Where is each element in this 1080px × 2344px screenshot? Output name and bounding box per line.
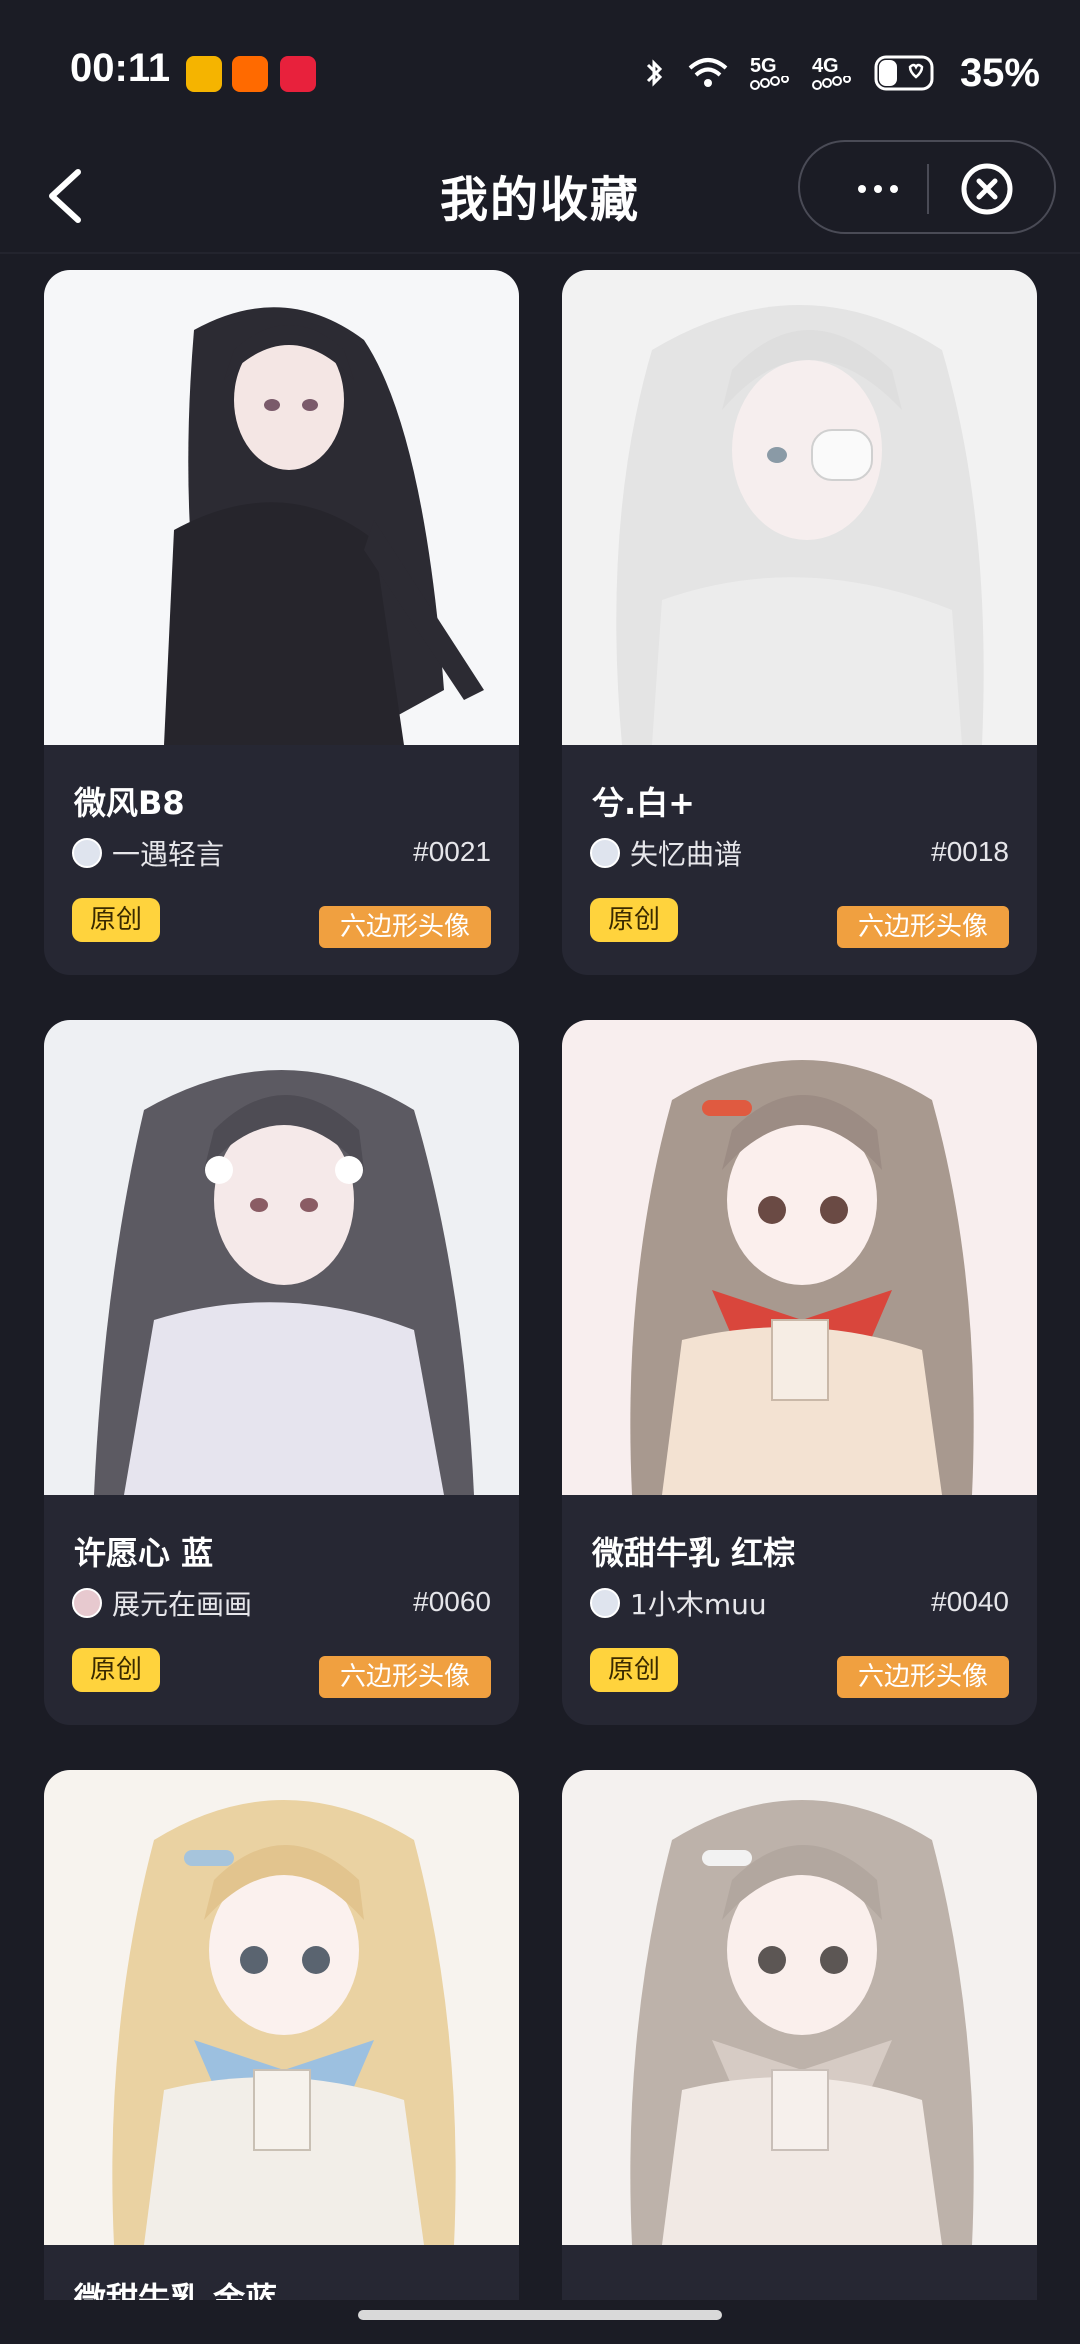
anime-girl-image bbox=[44, 1020, 519, 1495]
avatar-card[interactable]: 兮.白+ 失忆曲谱 #0018 原创 六边形头像 bbox=[562, 270, 1037, 975]
battery-icon bbox=[874, 55, 934, 91]
capsule-divider bbox=[927, 164, 929, 214]
close-button[interactable] bbox=[960, 162, 1014, 216]
signal-4g-icon bbox=[811, 76, 851, 90]
status-time: 00:11 bbox=[70, 46, 171, 90]
label-4g: 4G bbox=[811, 55, 839, 77]
status-indicators: 5G 4G 35% bbox=[644, 48, 1040, 98]
card-author[interactable]: 展元在画画 bbox=[72, 1586, 253, 1621]
wifi-icon bbox=[688, 58, 728, 87]
author-name: 失忆曲谱 bbox=[630, 838, 743, 871]
card-title: 兮.白+ bbox=[592, 784, 695, 822]
avatar-card[interactable]: 许愿心 蓝 展元在画画 #0060 原创 六边形头像 bbox=[44, 1020, 519, 1725]
avatar-card[interactable] bbox=[562, 1770, 1037, 2300]
bluetooth-icon bbox=[646, 59, 663, 87]
type-tag: 六边形头像 bbox=[837, 1656, 1009, 1698]
card-image bbox=[562, 1020, 1037, 1495]
anime-girl-image bbox=[562, 1770, 1037, 2245]
card-image bbox=[562, 270, 1037, 745]
weibo-app-icon bbox=[186, 56, 222, 92]
signal-5g-icon bbox=[749, 76, 789, 90]
author-name: 一遇轻言 bbox=[112, 838, 225, 871]
status-bar: 00:11 5G 4G 35% bbox=[0, 0, 1080, 140]
nav-header: 我的收藏 bbox=[0, 140, 1080, 252]
author-avatar bbox=[72, 1588, 102, 1618]
anime-girl-image bbox=[562, 270, 1037, 745]
original-tag: 原创 bbox=[590, 1648, 678, 1692]
battery-percent: 35% bbox=[959, 50, 1040, 95]
more-button[interactable] bbox=[838, 170, 918, 208]
card-number: #0060 bbox=[413, 1586, 491, 1617]
author-name: 1小木muu bbox=[630, 1588, 767, 1621]
card-title: 微甜牛乳 红棕 bbox=[592, 1534, 796, 1572]
card-image bbox=[44, 270, 519, 745]
original-tag: 原创 bbox=[72, 1648, 160, 1692]
card-author[interactable]: 1小木muu bbox=[590, 1586, 767, 1621]
card-title: 许愿心 蓝 bbox=[74, 1534, 214, 1572]
type-tag: 六边形头像 bbox=[319, 906, 491, 948]
card-author[interactable]: 失忆曲谱 bbox=[590, 836, 743, 871]
home-indicator[interactable] bbox=[358, 2310, 722, 2320]
card-number: #0040 bbox=[931, 1586, 1009, 1617]
card-title: 微风B8 bbox=[74, 784, 185, 822]
avatar-card[interactable]: 微甜牛乳 金蓝 bbox=[44, 1770, 519, 2300]
more-dot-icon bbox=[874, 185, 882, 193]
signal-4g: 4G bbox=[811, 55, 852, 90]
card-image bbox=[562, 1770, 1037, 2245]
more-dot-icon bbox=[890, 185, 898, 193]
author-avatar bbox=[590, 838, 620, 868]
more-dot-icon bbox=[858, 185, 866, 193]
author-name: 展元在画画 bbox=[112, 1588, 253, 1621]
original-tag: 原创 bbox=[590, 898, 678, 942]
miniprogram-capsule bbox=[798, 140, 1056, 234]
card-image bbox=[44, 1020, 519, 1495]
xiaohongshu-app-icon bbox=[280, 56, 316, 92]
anime-girl-image bbox=[44, 1770, 519, 2245]
close-circle-icon bbox=[961, 163, 1013, 215]
anime-girl-image bbox=[562, 1020, 1037, 1495]
type-tag: 六边形头像 bbox=[837, 906, 1009, 948]
anime-girl-image bbox=[44, 270, 519, 745]
avatar-card[interactable]: 微风B8 一遇轻言 #0021 原创 六边形头像 bbox=[44, 270, 519, 975]
author-avatar bbox=[590, 1588, 620, 1618]
avatar-card[interactable]: 微甜牛乳 红棕 1小木muu #0040 原创 六边形头像 bbox=[562, 1020, 1037, 1725]
card-number: #0018 bbox=[931, 836, 1009, 867]
original-tag: 原创 bbox=[72, 898, 160, 942]
card-title: 微甜牛乳 金蓝 bbox=[74, 2280, 278, 2300]
type-tag: 六边形头像 bbox=[319, 1656, 491, 1698]
taobao-app-icon bbox=[232, 56, 268, 92]
card-image bbox=[44, 1770, 519, 2245]
header-divider bbox=[0, 252, 1080, 254]
signal-5g: 5G bbox=[749, 55, 790, 90]
card-author[interactable]: 一遇轻言 bbox=[72, 836, 225, 871]
card-number: #0021 bbox=[413, 836, 491, 867]
author-avatar bbox=[72, 838, 102, 868]
label-5g: 5G bbox=[749, 55, 777, 77]
